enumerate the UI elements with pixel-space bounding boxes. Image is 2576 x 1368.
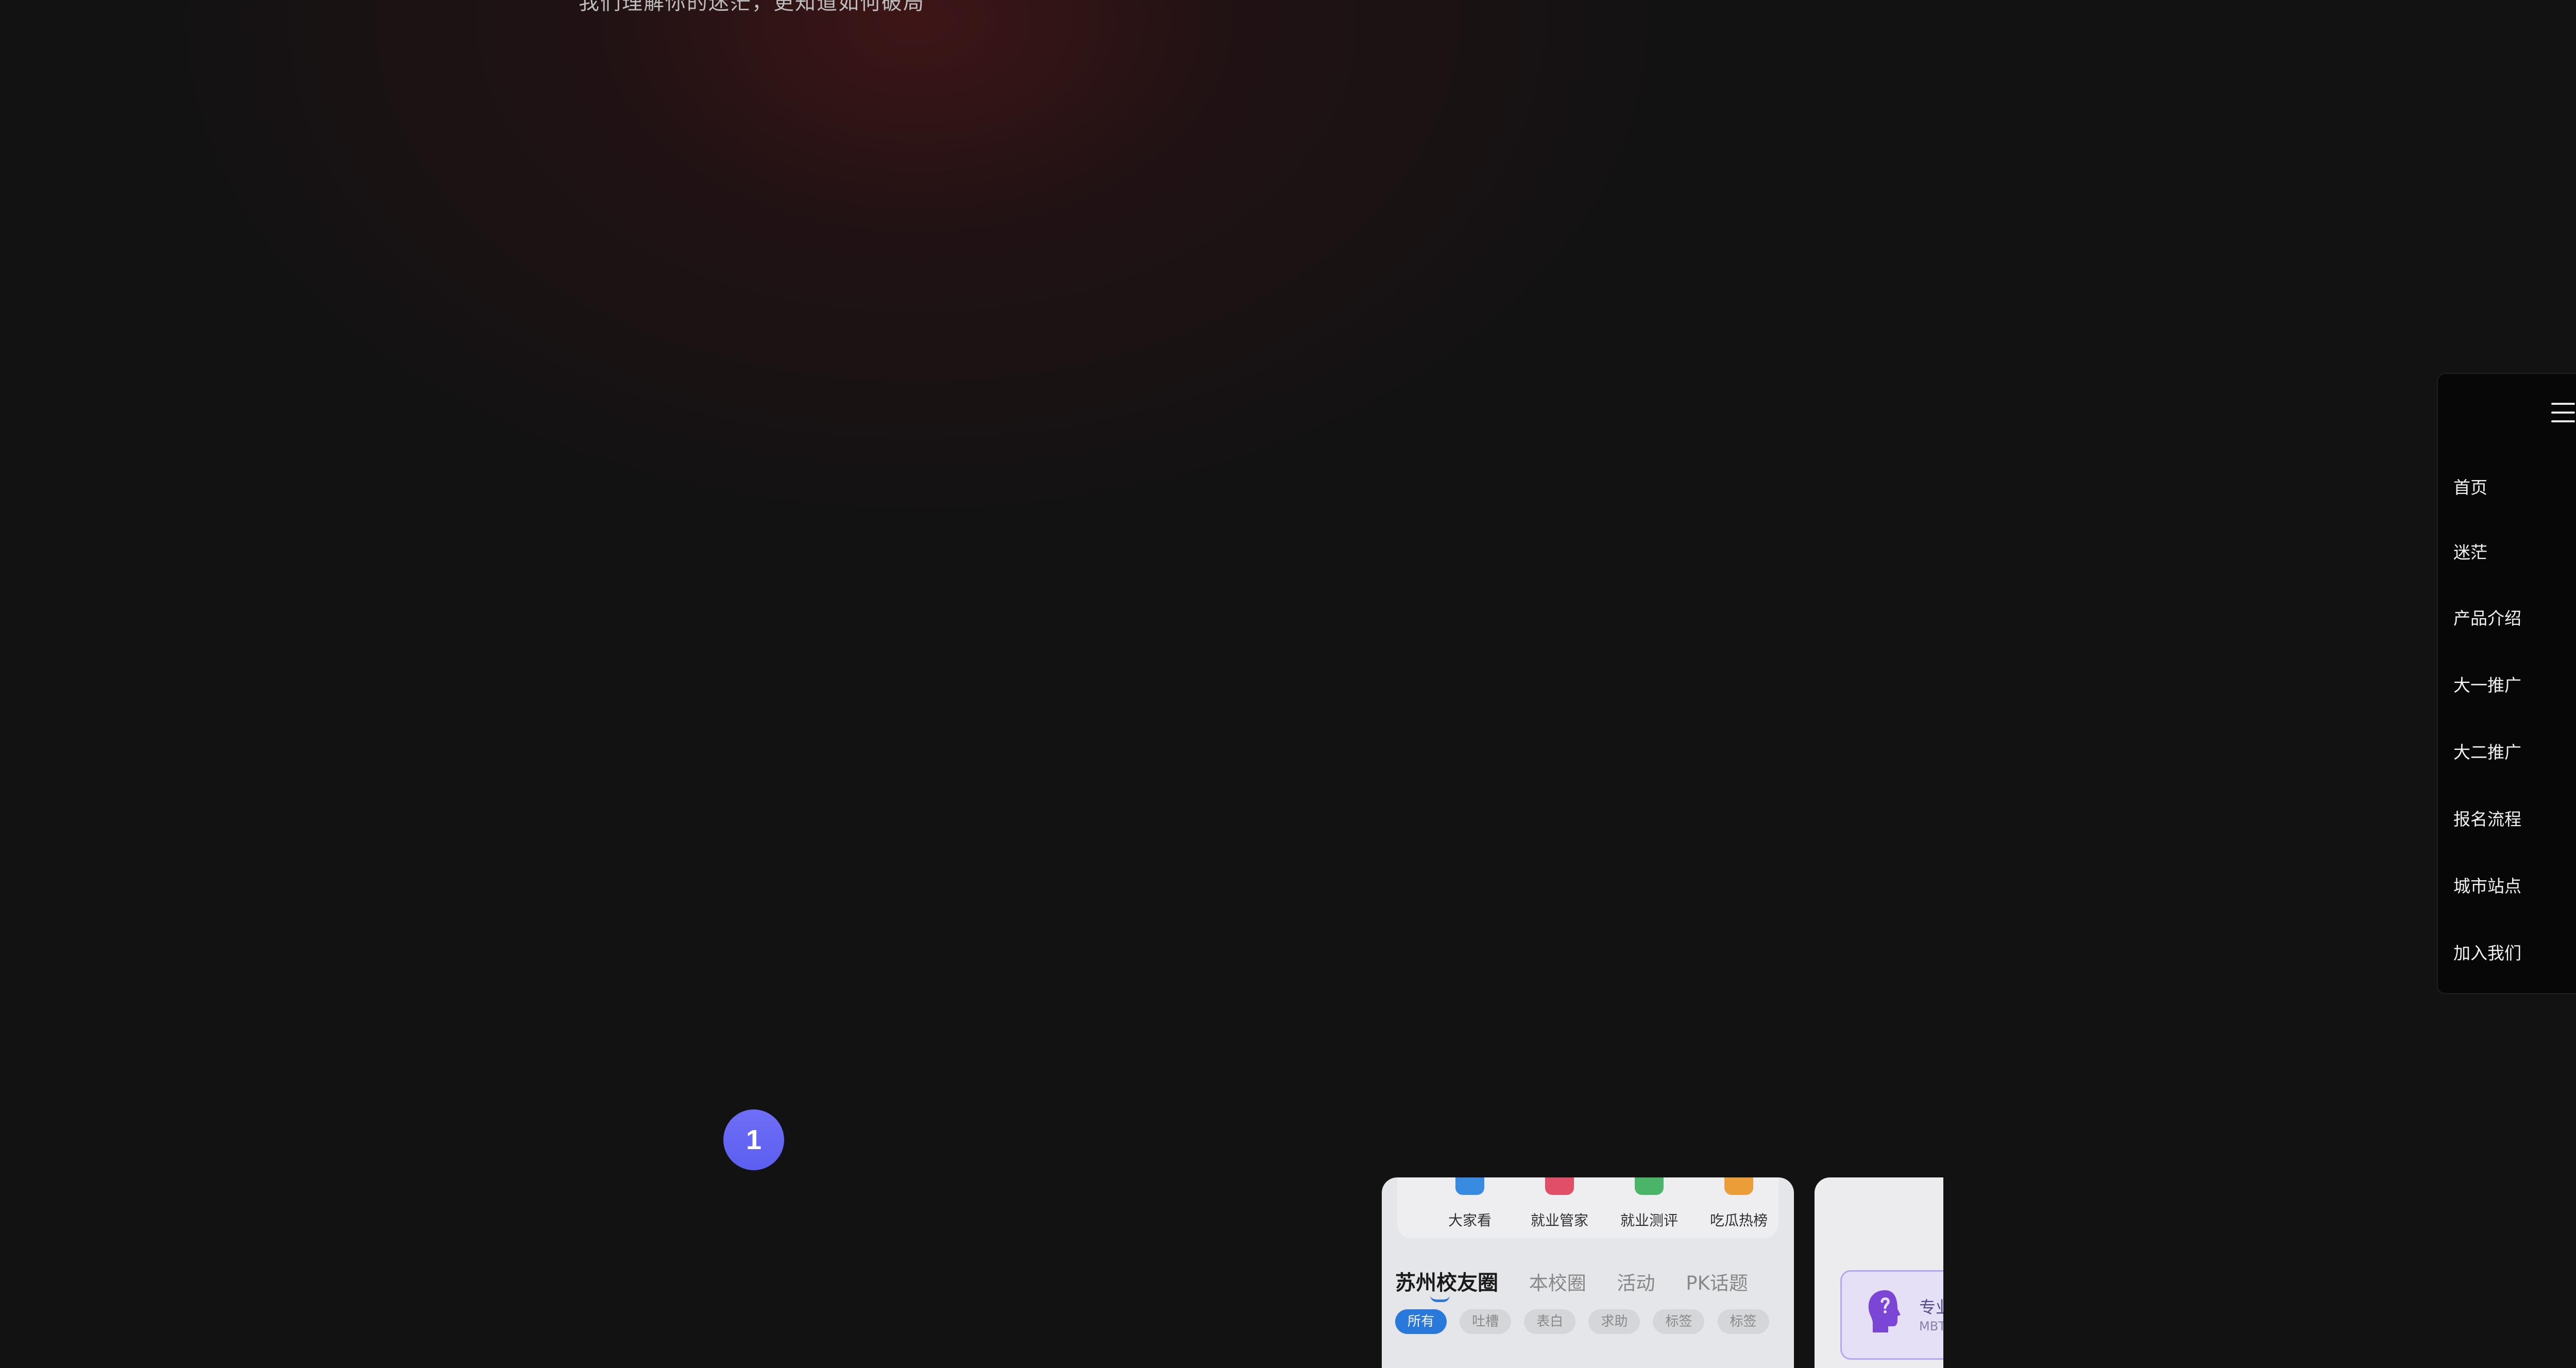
nav-item-product[interactable]: 产品介绍 — [2453, 605, 2521, 629]
filter-chips: 所有 吐槽 表白 求助 标签 标签 — [1395, 1309, 1780, 1334]
quick-action-hot-list[interactable]: 吃瓜热榜 — [1700, 1177, 1777, 1230]
page: 我们理解你的迷茫，更知道如何破局 首页 迷茫 产品介绍 大一推广 大二推广 报名… — [0, 0, 2576, 1368]
side-navigation: 首页 迷茫 产品介绍 大一推广 大二推广 报名流程 城市站点 加入我们 — [2437, 373, 2576, 994]
quick-action-label: 就业测评 — [1620, 1212, 1678, 1229]
hero-subtitle-wrap: 我们理解你的迷茫，更知道如何破局 — [0, 0, 2576, 15]
quick-action-everyone[interactable]: 大家看 — [1431, 1177, 1509, 1230]
assessment-icon — [1635, 1177, 1664, 1195]
step-number-badge: 1 — [723, 1109, 784, 1170]
filter-chip-all[interactable]: 所有 — [1395, 1309, 1447, 1334]
tab-pk-topics[interactable]: PK话题 — [1686, 1268, 1748, 1295]
quick-actions-row: 大家看 就业管家 就业测评 吃瓜热榜 — [1397, 1177, 1778, 1238]
nav-item-confusion[interactable]: 迷茫 — [2453, 539, 2487, 563]
quick-action-label: 吃瓜热榜 — [1709, 1212, 1768, 1229]
tab-suzhou-alumni[interactable]: 苏州校友圈 — [1395, 1266, 1498, 1302]
feed-tabs: 苏州校友圈 本校圈 活动 PK话题 — [1395, 1266, 1773, 1302]
head-profile-icon — [1868, 1290, 1901, 1332]
tab-activities[interactable]: 活动 — [1617, 1268, 1655, 1295]
quick-action-label: 大家看 — [1448, 1212, 1492, 1229]
hot-list-icon — [1724, 1177, 1753, 1195]
filter-chip-confession[interactable]: 表白 — [1524, 1309, 1576, 1334]
nav-item-freshman-promo[interactable]: 大一推广 — [2453, 672, 2521, 696]
filter-chip-tag[interactable]: 标签 — [1717, 1309, 1769, 1334]
nav-item-join-us[interactable]: 加入我们 — [2453, 939, 2521, 964]
app-preview-card: 大家看 就业管家 就业测评 吃瓜热榜 苏州校友圈 本校圈 活动 PK话题 所有 … — [1382, 1177, 1794, 1368]
nav-item-city-sites[interactable]: 城市站点 — [2453, 873, 2521, 897]
chat-icon — [1455, 1177, 1484, 1195]
filter-chip-tag[interactable]: 标签 — [1653, 1309, 1705, 1334]
mbti-title: 专业 — [1919, 1297, 1943, 1317]
hamburger-menu-icon[interactable] — [2551, 403, 2575, 422]
quick-action-career-assessment[interactable]: 就业测评 — [1611, 1177, 1688, 1230]
filter-chip-help[interactable]: 求助 — [1588, 1309, 1640, 1334]
mbti-preview-card: 专业 MBTI — [1815, 1177, 1943, 1368]
briefcase-icon — [1545, 1177, 1574, 1195]
nav-item-signup-process[interactable]: 报名流程 — [2453, 806, 2521, 830]
nav-item-home[interactable]: 首页 — [2453, 474, 2487, 499]
tab-this-school[interactable]: 本校圈 — [1529, 1268, 1586, 1295]
filter-chip-rant[interactable]: 吐槽 — [1460, 1309, 1512, 1334]
quick-action-label: 就业管家 — [1530, 1212, 1588, 1229]
hero-subtitle: 我们理解你的迷茫，更知道如何破局 — [579, 0, 925, 14]
nav-item-sophomore-promo[interactable]: 大二推广 — [2453, 739, 2521, 763]
mbti-feature-box[interactable]: 专业 MBTI — [1840, 1270, 1943, 1360]
quick-action-career-manager[interactable]: 就业管家 — [1521, 1177, 1598, 1230]
mbti-subtitle: MBTI — [1919, 1319, 1943, 1333]
